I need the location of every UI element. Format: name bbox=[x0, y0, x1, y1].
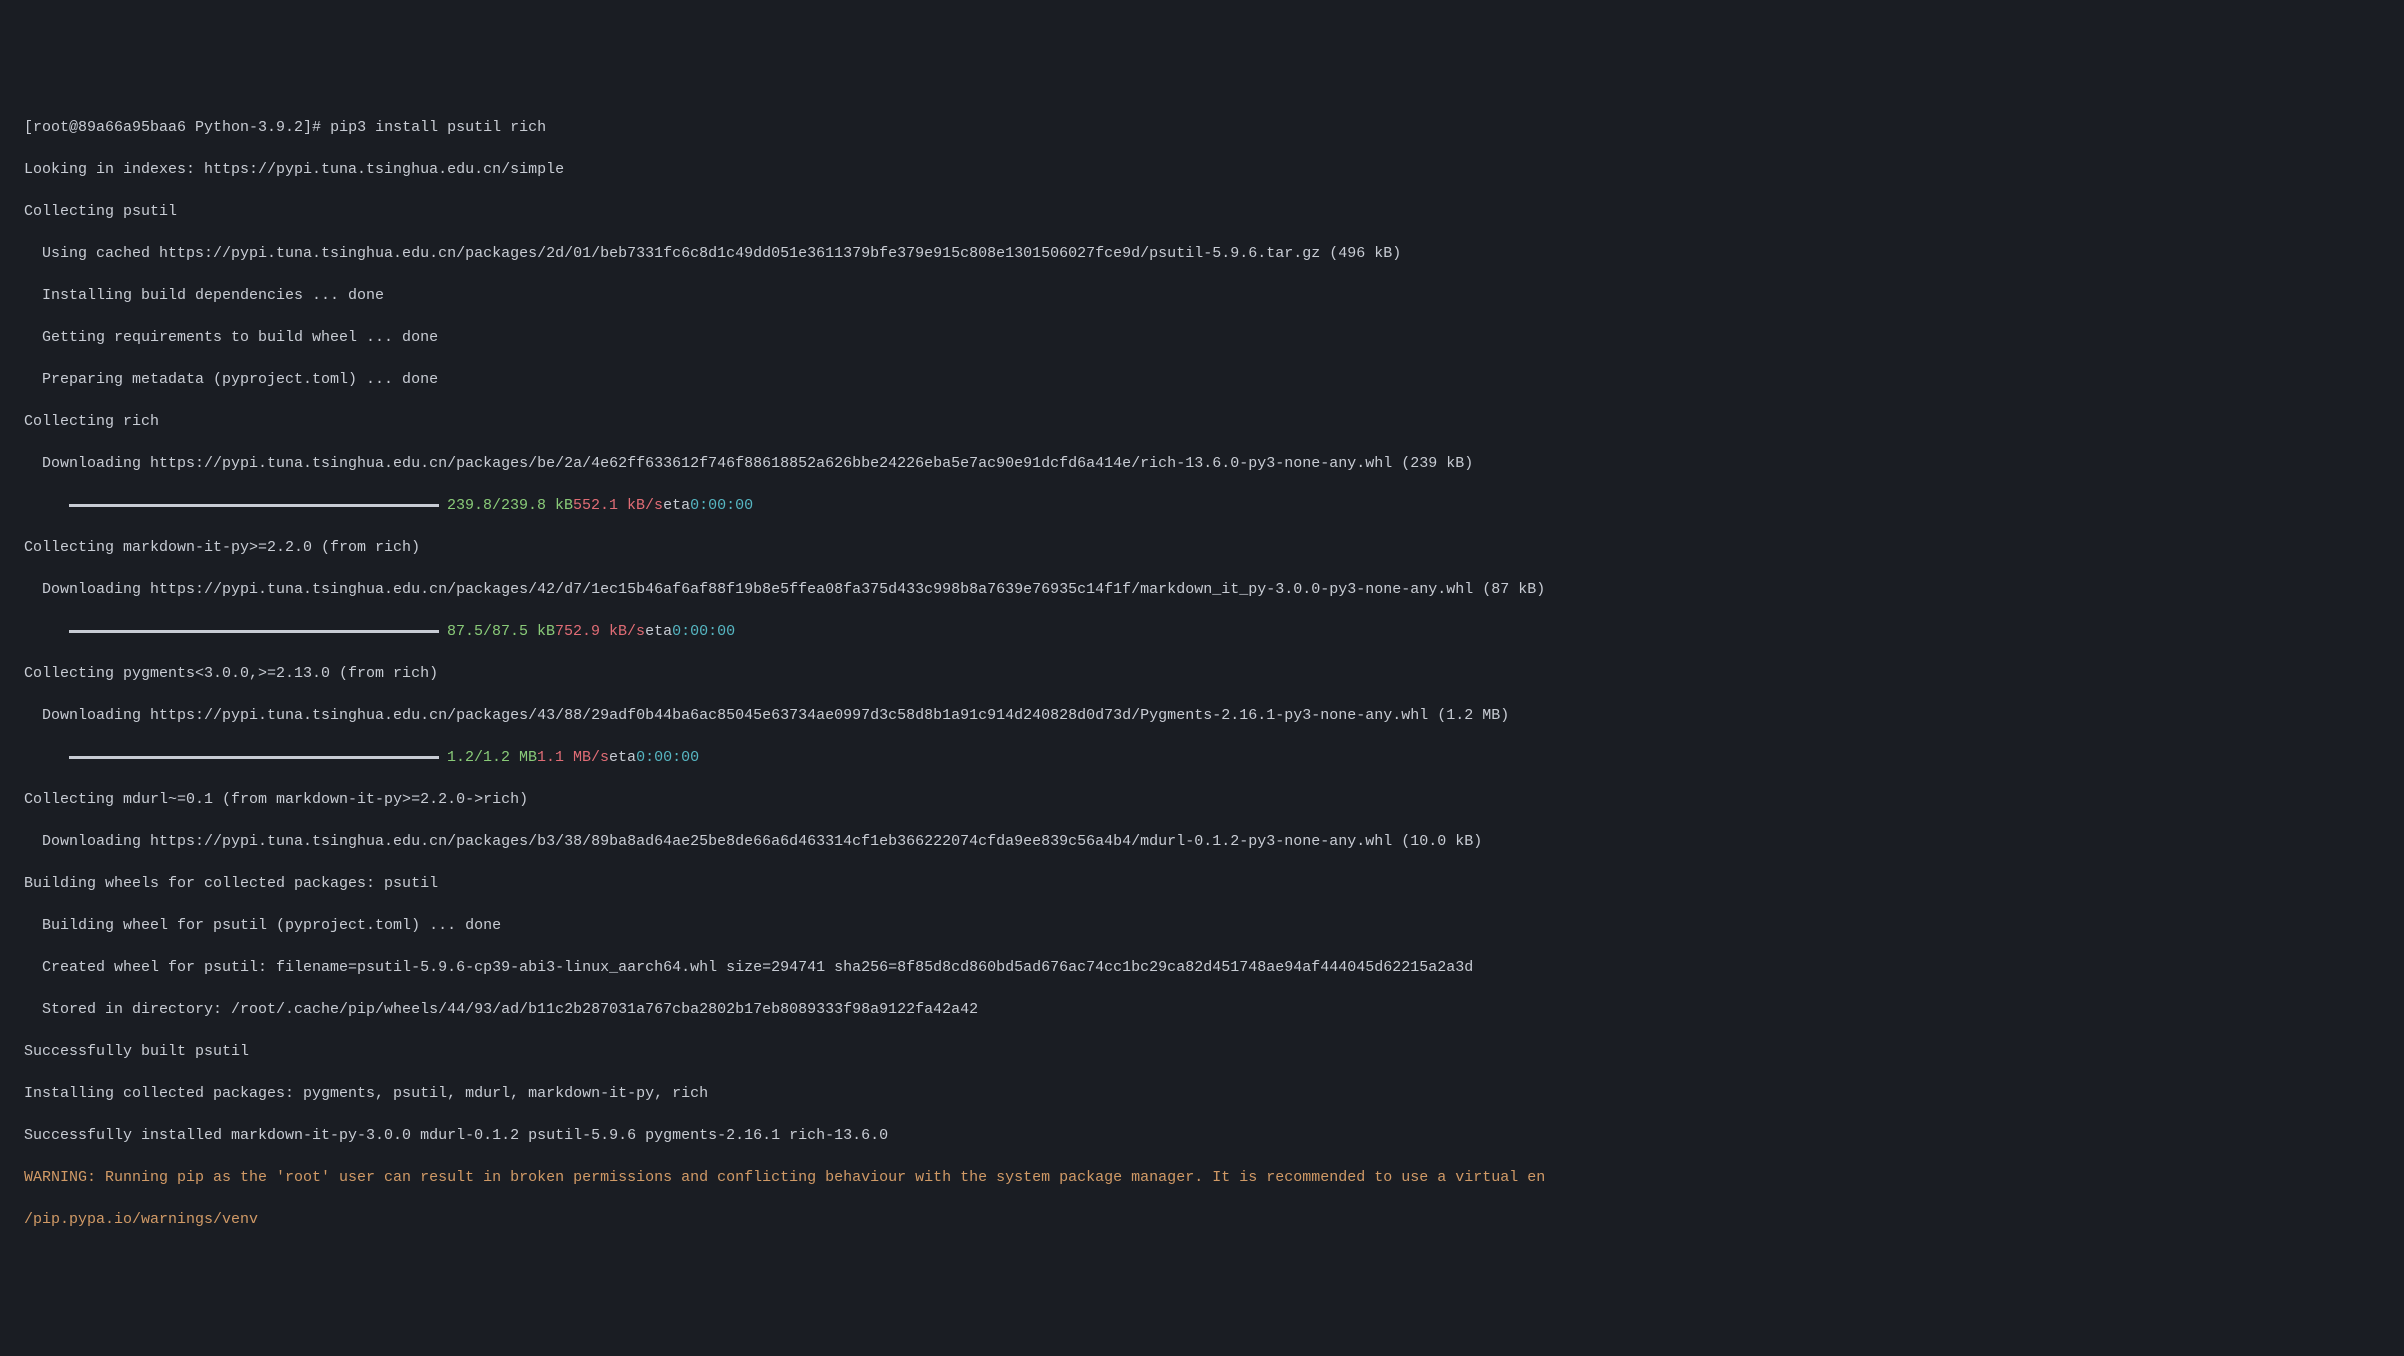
progress-size: 239.8/239.8 kB bbox=[447, 495, 573, 516]
output-line: Building wheels for collected packages: … bbox=[24, 873, 2380, 894]
output-line: Downloading https://pypi.tuna.tsinghua.e… bbox=[24, 831, 2380, 852]
indent bbox=[24, 621, 69, 642]
output-line: Collecting psutil bbox=[24, 201, 2380, 222]
prompt-line: [root@89a66a95baa6 Python-3.9.2]# pip3 i… bbox=[24, 117, 2380, 138]
progress-size: 1.2/1.2 MB bbox=[447, 747, 537, 768]
eta-label: eta bbox=[609, 747, 636, 768]
shell-prompt: [root@89a66a95baa6 Python-3.9.2]# bbox=[24, 119, 330, 136]
eta-label: eta bbox=[645, 621, 672, 642]
progress-line: 87.5/87.5 kB 752.9 kB/s eta 0:00:00 bbox=[24, 621, 2380, 642]
progress-size: 87.5/87.5 kB bbox=[447, 621, 555, 642]
progress-bar-fill bbox=[69, 630, 439, 633]
output-line: Installing build dependencies ... done bbox=[24, 285, 2380, 306]
progress-speed: 752.9 kB/s bbox=[555, 621, 645, 642]
warning-line: WARNING: Running pip as the 'root' user … bbox=[24, 1167, 2380, 1188]
warning-line: /pip.pypa.io/warnings/venv bbox=[24, 1209, 2380, 1230]
progress-bar-fill bbox=[69, 756, 439, 759]
output-line: Building wheel for psutil (pyproject.tom… bbox=[24, 915, 2380, 936]
eta-time: 0:00:00 bbox=[636, 747, 699, 768]
eta-label: eta bbox=[663, 495, 690, 516]
output-line: Downloading https://pypi.tuna.tsinghua.e… bbox=[24, 453, 2380, 474]
output-line: Preparing metadata (pyproject.toml) ... … bbox=[24, 369, 2380, 390]
output-line: Created wheel for psutil: filename=psuti… bbox=[24, 957, 2380, 978]
progress-bar-fill bbox=[69, 504, 439, 507]
output-line: Looking in indexes: https://pypi.tuna.ts… bbox=[24, 159, 2380, 180]
indent bbox=[24, 747, 69, 768]
command-text: pip3 install psutil rich bbox=[330, 119, 546, 136]
output-line: Collecting markdown-it-py>=2.2.0 (from r… bbox=[24, 537, 2380, 558]
output-line: Successfully installed markdown-it-py-3.… bbox=[24, 1125, 2380, 1146]
progress-line: 1.2/1.2 MB 1.1 MB/s eta 0:00:00 bbox=[24, 747, 2380, 768]
output-line: Successfully built psutil bbox=[24, 1041, 2380, 1062]
output-line: Downloading https://pypi.tuna.tsinghua.e… bbox=[24, 705, 2380, 726]
terminal-output[interactable]: [root@89a66a95baa6 Python-3.9.2]# pip3 i… bbox=[24, 96, 2380, 1251]
progress-line: 239.8/239.8 kB 552.1 kB/s eta 0:00:00 bbox=[24, 495, 2380, 516]
output-line: Collecting pygments<3.0.0,>=2.13.0 (from… bbox=[24, 663, 2380, 684]
output-line: Using cached https://pypi.tuna.tsinghua.… bbox=[24, 243, 2380, 264]
output-line: Getting requirements to build wheel ... … bbox=[24, 327, 2380, 348]
progress-speed: 1.1 MB/s bbox=[537, 747, 609, 768]
output-line: Collecting rich bbox=[24, 411, 2380, 432]
output-line: Downloading https://pypi.tuna.tsinghua.e… bbox=[24, 579, 2380, 600]
eta-time: 0:00:00 bbox=[672, 621, 735, 642]
progress-speed: 552.1 kB/s bbox=[573, 495, 663, 516]
output-line: Installing collected packages: pygments,… bbox=[24, 1083, 2380, 1104]
output-line: Stored in directory: /root/.cache/pip/wh… bbox=[24, 999, 2380, 1020]
eta-time: 0:00:00 bbox=[690, 495, 753, 516]
indent bbox=[24, 495, 69, 516]
output-line: Collecting mdurl~=0.1 (from markdown-it-… bbox=[24, 789, 2380, 810]
